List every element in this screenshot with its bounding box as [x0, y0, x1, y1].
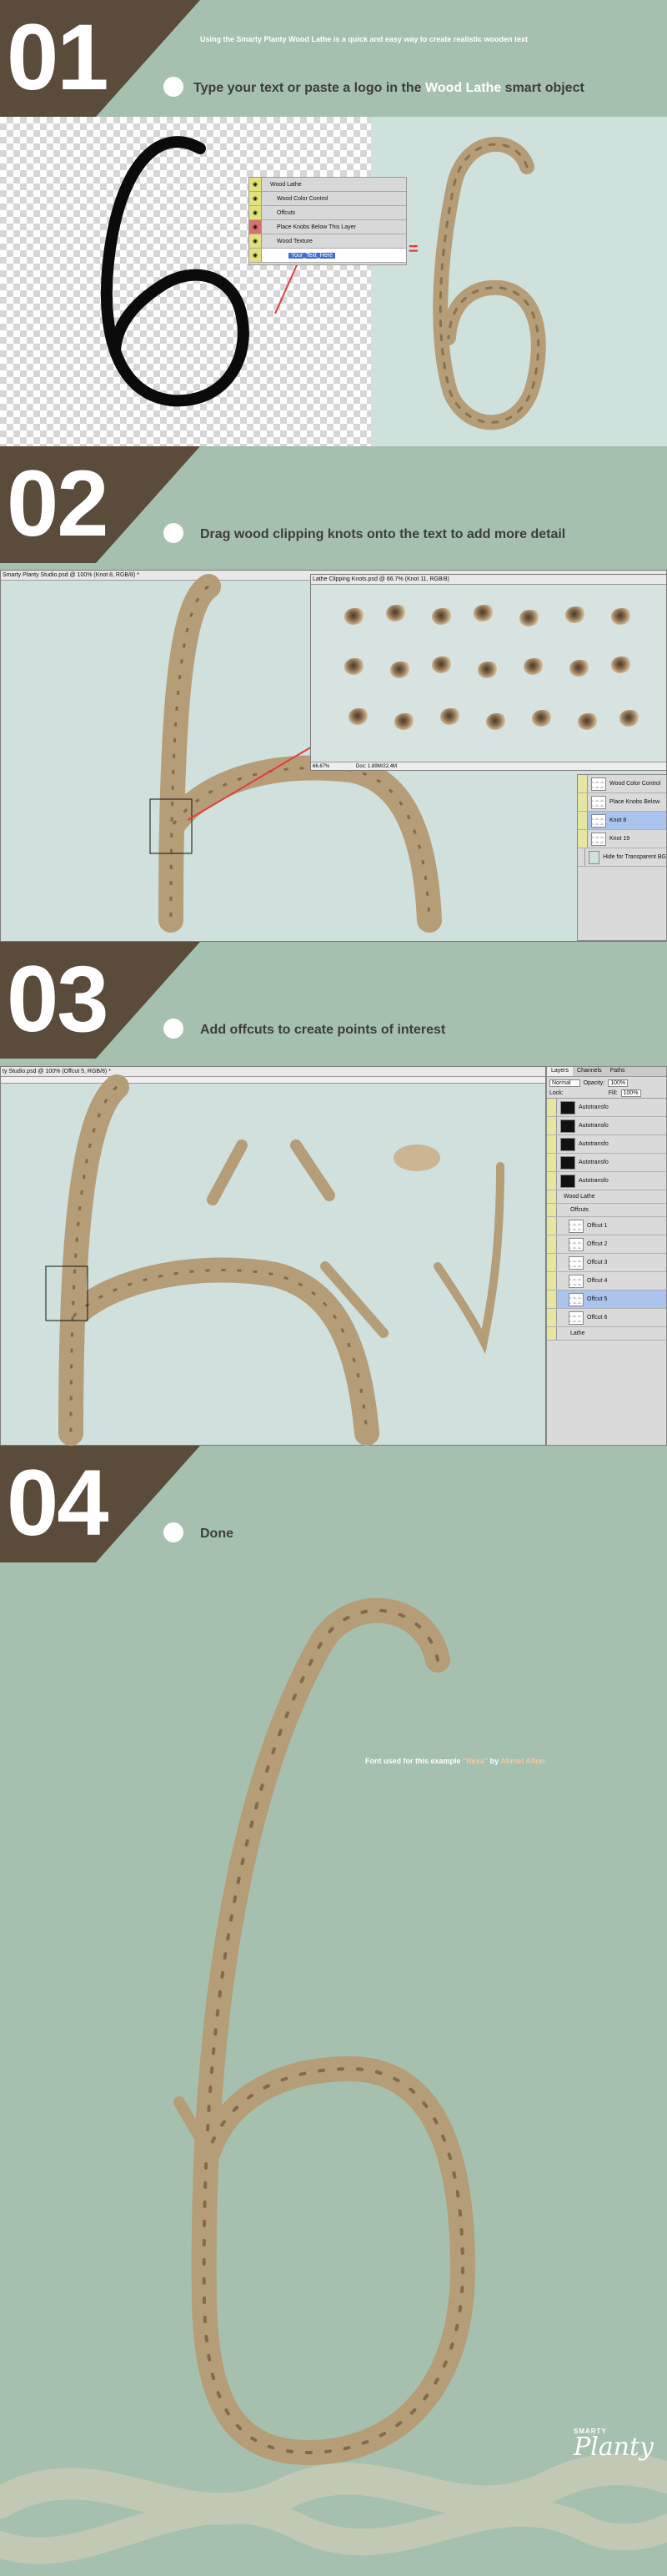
knot-thumbnail[interactable] [349, 708, 369, 725]
layers-panel-step1: ◉ Wood Lathe ◉ Wood Color Control ◉ Offcuts… [248, 177, 407, 265]
knots-status-bar: 66.67% Doc: 1.89M/22.4M [311, 762, 666, 770]
knot-thumbnail[interactable] [390, 662, 410, 678]
knot-thumbnail[interactable] [611, 608, 631, 625]
step-1-bullet [163, 77, 183, 97]
layer-row[interactable]: Autotransfo [547, 1135, 666, 1154]
knot-thumbnail[interactable] [440, 708, 460, 725]
layer-row[interactable]: Hide for Transparent BG [578, 848, 666, 867]
layer-row-selected[interactable]: Offcut 5 [547, 1291, 666, 1309]
lock-label: Lock: [549, 1090, 564, 1096]
layer-group-row[interactable]: Offcuts [547, 1204, 666, 1217]
layer-row[interactable]: Offcut 3 [547, 1254, 666, 1272]
step-3-artwork [45, 1074, 504, 1446]
step-3-title: Add offcuts to create points of interest [200, 1023, 446, 1037]
wooden-stroke [158, 574, 221, 933]
step-1-number: 01 [7, 5, 109, 109]
equals-sign: = [409, 240, 419, 259]
step-1-header: 01 Using the Smarty Planty Wood Lathe is… [0, 0, 667, 117]
layers-panel-step2: Wood Color Control Place Knobs Below Kno… [577, 774, 667, 941]
layer-row[interactable]: ◉ Wood Texture [249, 234, 406, 249]
layer-row[interactable]: Offcut 1 [547, 1217, 666, 1235]
twisted-branch-decoration [0, 2453, 667, 2564]
panel-tabs: Layers Channels Paths [547, 1067, 666, 1077]
black-six-glyph [101, 136, 249, 407]
layer-row[interactable]: Offcut 2 [547, 1235, 666, 1254]
knot-thumbnail[interactable] [474, 605, 494, 621]
opacity-label: Opacity: [583, 1079, 605, 1086]
step-1-artwork [101, 136, 546, 430]
step-3-number: 03 [7, 947, 109, 1051]
knot-thumbnail[interactable] [532, 710, 552, 727]
wooden-stroke [58, 1074, 129, 1446]
step-2-bullet [163, 523, 183, 543]
layer-row[interactable]: Place Knobs Below [578, 793, 666, 812]
step-1-title: Type your text or paste a logo in the Wo… [193, 81, 584, 95]
opacity-field[interactable]: 100% [608, 1079, 629, 1087]
knot-thumbnail[interactable] [565, 606, 585, 623]
step-4-title: Done [200, 1527, 233, 1541]
blend-row: Normal Opacity: 100% [547, 1077, 666, 1089]
fill-label: Fill: [608, 1090, 618, 1096]
smarty-planty-logo: SMARTY Planty [574, 2428, 654, 2462]
layer-row[interactable]: ◉ Wood Color Control [249, 192, 406, 206]
layer-row[interactable]: ◉ Wood Lathe [249, 178, 406, 192]
layer-row[interactable]: ◉ Offcuts [249, 206, 406, 220]
step-3-bullet [163, 1019, 183, 1039]
knot-thumbnail[interactable] [611, 657, 631, 673]
layers-panel-step3: Layers Channels Paths Normal Opacity: 10… [546, 1066, 667, 1446]
lock-row: Lock: Fill: 100% [547, 1089, 666, 1099]
layer-row[interactable]: Wood Color Control [578, 775, 666, 793]
tab-layers[interactable]: Layers [547, 1067, 574, 1076]
knot-thumbnail[interactable] [344, 608, 364, 625]
zoom-level: 66.67% [313, 764, 330, 769]
final-wooden-six [173, 1597, 476, 2466]
step-4-bullet [163, 1522, 183, 1542]
layer-row[interactable]: Offcut 6 [547, 1309, 666, 1327]
knot-thumbnail[interactable] [478, 662, 498, 678]
tab-channels[interactable]: Channels [573, 1067, 606, 1076]
knot-thumbnail[interactable] [519, 610, 539, 626]
knot-thumbnail[interactable] [524, 658, 544, 675]
final-artwork [0, 1597, 667, 2564]
knot-thumbnail[interactable] [486, 713, 506, 730]
wooden-six-glyph [433, 136, 546, 430]
knots-document-window[interactable]: Lathe Clipping Knots.psd @ 66.7% (Knot 1… [310, 574, 667, 771]
layer-row-selected[interactable]: Knot 8 [578, 812, 666, 830]
step-3-header: 03 Add offcuts to create points of inter… [0, 942, 667, 1059]
offcut-pieces [207, 1140, 504, 1355]
knot-thumbnail[interactable] [432, 608, 452, 625]
layer-row[interactable]: Autotransfo [547, 1099, 666, 1117]
layer-row[interactable]: Knot 19 [578, 830, 666, 848]
blend-mode-select[interactable]: Normal [549, 1079, 580, 1087]
step-2-header: 02 Drag wood clipping knots onto the tex… [0, 446, 667, 563]
intro-text: Using the Smarty Planty Wood Lathe is a … [200, 35, 528, 43]
layer-group-row[interactable]: Lathe [547, 1327, 666, 1341]
knot-thumbnail[interactable] [432, 657, 452, 673]
knot-thumbnail[interactable] [344, 658, 364, 675]
knot-thumbnail[interactable] [619, 710, 639, 727]
knots-document-title: Lathe Clipping Knots.psd @ 66.7% (Knot 1… [311, 575, 666, 585]
layer-group-row[interactable]: Wood Lathe [547, 1190, 666, 1204]
layer-row[interactable]: Autotransfo [547, 1172, 666, 1190]
layer-row[interactable]: Offcut 4 [547, 1272, 666, 1291]
step-4-header: 04 Done [0, 1446, 667, 1562]
knot-thumbnail[interactable] [394, 713, 414, 730]
offcut-chip [394, 1145, 440, 1171]
step-2-title: Drag wood clipping knots onto the text t… [200, 527, 566, 541]
font-credit: Font used for this example "Nexa" by Ahm… [365, 1757, 545, 1765]
knot-thumbnail[interactable] [569, 660, 589, 677]
step-4-number: 04 [7, 1451, 109, 1555]
layer-row[interactable]: Autotransfo [547, 1117, 666, 1135]
tab-paths[interactable]: Paths [606, 1067, 629, 1076]
layer-row-selected[interactable]: ◉ Your_Text_Here [249, 249, 406, 263]
doc-size: Doc: 1.89M/22.4M [356, 764, 398, 769]
knot-thumbnail[interactable] [578, 713, 598, 730]
layer-row[interactable]: ◉ Place Knobs Below This Layer [249, 220, 406, 234]
knot-thumbnail[interactable] [386, 605, 406, 621]
fill-field[interactable]: 100% [620, 1089, 641, 1097]
step-2-number: 02 [7, 451, 109, 556]
layer-row[interactable]: Autotransfo [547, 1154, 666, 1172]
